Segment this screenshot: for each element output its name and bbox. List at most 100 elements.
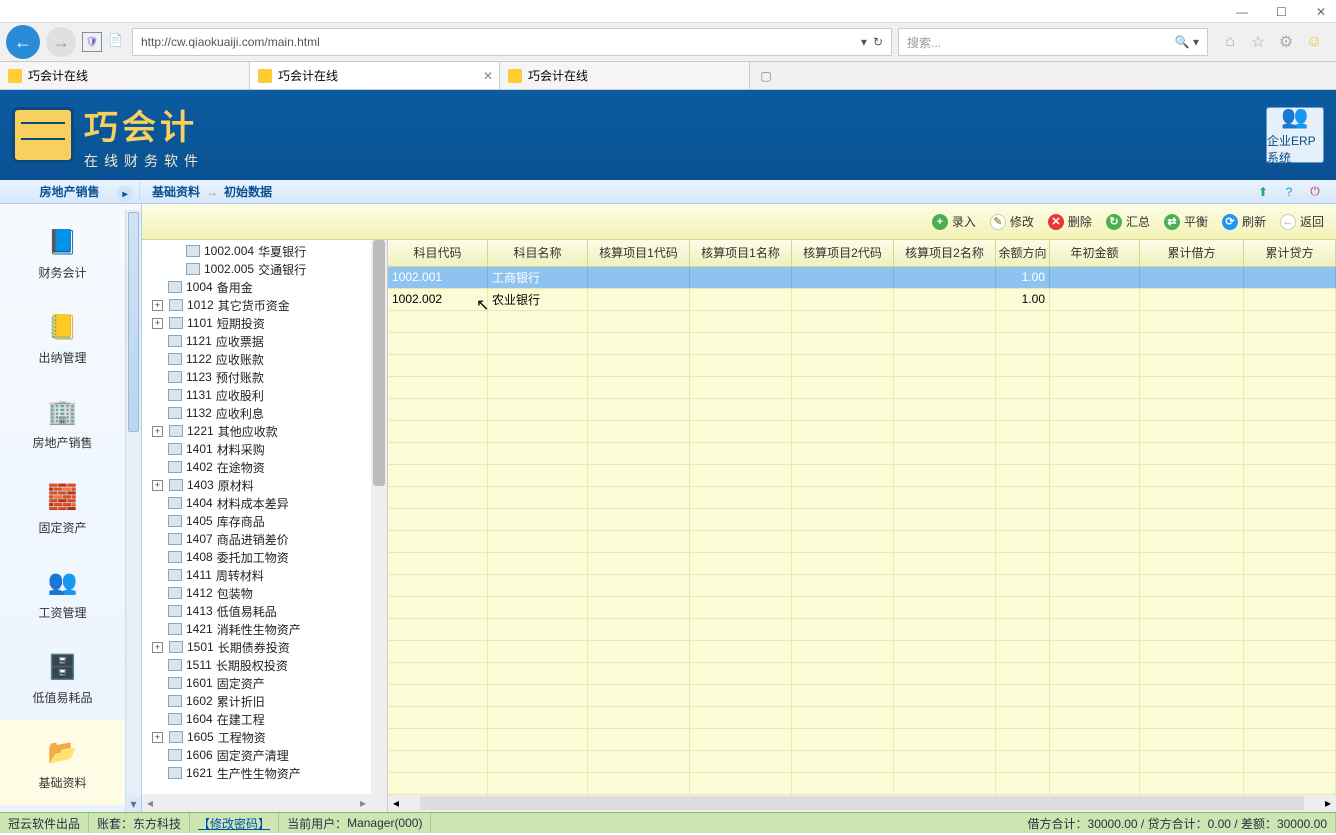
left-nav-scrollbar[interactable]: ▾ [125, 210, 141, 812]
nav-item-房地产销售[interactable]: 🏢房地产销售 [0, 380, 125, 465]
toolbar-平衡[interactable]: ⇄平衡 [1164, 213, 1208, 230]
nav-item-基础资料[interactable]: 📂基础资料 [0, 720, 125, 805]
scrollbar-thumb[interactable] [128, 212, 139, 432]
scrollbar-thumb[interactable] [373, 240, 385, 486]
tree-node[interactable]: + 1101 短期投资 [142, 314, 371, 332]
tree-node[interactable]: 1401 材料采购 [142, 440, 371, 458]
chevron-right-icon[interactable]: ▸ [117, 186, 133, 202]
tree-node[interactable]: 1405 库存商品 [142, 512, 371, 530]
tree-node[interactable]: 1122 应收账款 [142, 350, 371, 368]
tree-v-scrollbar[interactable] [371, 240, 387, 812]
tools-icon[interactable]: ⚙ [1276, 32, 1296, 52]
security-shield-icon[interactable]: 🛡 [82, 32, 102, 52]
tab-close-icon[interactable]: ✕ [483, 69, 493, 83]
tree-node[interactable]: 1132 应收利息 [142, 404, 371, 422]
browser-tab[interactable]: 巧会计在线 [0, 62, 250, 89]
toolbar-录入[interactable]: +录入 [932, 213, 976, 230]
tree-node[interactable]: 1411 周转材料 [142, 566, 371, 584]
tree-node[interactable]: 1402 在途物资 [142, 458, 371, 476]
tree-node[interactable]: 1511 长期股权投资 [142, 656, 371, 674]
minimize-icon[interactable]: — [1236, 5, 1248, 17]
toolbar-删除[interactable]: ✕删除 [1048, 213, 1092, 230]
erp-system-button[interactable]: 👥 企业ERP系统 [1266, 107, 1324, 163]
table-row[interactable]: 1002.001工商银行1.00 [388, 267, 1336, 289]
toolbar-修改[interactable]: ✎修改 [990, 213, 1034, 230]
column-header[interactable]: 核算项目1代码 [588, 240, 690, 266]
tree-node[interactable]: + 1403 原材料 [142, 476, 371, 494]
tree-node[interactable]: + 1605 工程物资 [142, 728, 371, 746]
nav-item-固定资产[interactable]: 🧱固定资产 [0, 465, 125, 550]
tree-node[interactable]: 1421 消耗性生物资产 [142, 620, 371, 638]
table-row[interactable]: 1002.002农业银行1.00 [388, 289, 1336, 311]
refresh-icon[interactable]: ↻ [873, 35, 883, 49]
column-header[interactable]: 核算项目2名称 [894, 240, 996, 266]
expand-icon[interactable]: + [152, 318, 163, 329]
tree-node[interactable]: 1621 生产性生物资产 [142, 764, 371, 782]
toolbar-刷新[interactable]: ⟳刷新 [1222, 213, 1266, 230]
nav-item-低值易耗品[interactable]: 🗄️低值易耗品 [0, 635, 125, 720]
tree-node[interactable]: 1413 低值易耗品 [142, 602, 371, 620]
expand-icon[interactable]: + [152, 642, 163, 653]
tree-node[interactable]: 1606 固定资产清理 [142, 746, 371, 764]
toolbar-返回[interactable]: ←返回 [1280, 213, 1324, 230]
home-icon[interactable]: ⌂ [1220, 32, 1240, 52]
forward-button[interactable]: → [46, 27, 76, 57]
nav-item-出纳管理[interactable]: 📒出纳管理 [0, 295, 125, 380]
expand-icon[interactable]: + [152, 732, 163, 743]
tree-node[interactable]: 1404 材料成本差异 [142, 494, 371, 512]
expand-icon[interactable]: + [152, 426, 163, 437]
nav-item-财务会计[interactable]: 📘财务会计 [0, 210, 125, 295]
breadcrumb-root[interactable]: 基础资料 [152, 183, 200, 200]
tree-h-scrollbar[interactable]: ◂▸ [142, 794, 371, 812]
module-label[interactable]: 房地产销售 ▸ [0, 183, 140, 200]
tree-node[interactable]: 1002.004 华夏银行 [142, 242, 371, 260]
breadcrumb-leaf[interactable]: 初始数据 [224, 183, 272, 200]
tree-node[interactable]: 1002.005 交通银行 [142, 260, 371, 278]
search-icon[interactable]: 🔍 ▾ [1175, 35, 1199, 49]
tree-node[interactable]: + 1221 其他应收款 [142, 422, 371, 440]
search-box[interactable]: 搜索... 🔍 ▾ [898, 28, 1208, 56]
maximize-icon[interactable]: ☐ [1276, 5, 1288, 17]
grid-h-scrollbar[interactable]: ◂▸ [388, 795, 1336, 812]
tree-node[interactable]: 1004 备用金 [142, 278, 371, 296]
tree-name: 固定资产清理 [217, 747, 289, 764]
compat-view-icon[interactable]: 📄 [108, 33, 126, 51]
column-header[interactable]: 核算项目2代码 [792, 240, 894, 266]
expand-icon[interactable]: + [152, 480, 163, 491]
browser-tab[interactable]: 巧会计在线 [500, 62, 750, 89]
column-header[interactable]: 核算项目1名称 [690, 240, 792, 266]
scroll-down-icon[interactable]: ▾ [126, 796, 141, 812]
tree-node[interactable]: 1407 商品进销差价 [142, 530, 371, 548]
up-icon[interactable]: ⬆ [1254, 183, 1272, 201]
column-header[interactable]: 累计贷方 [1244, 240, 1336, 266]
expand-icon[interactable]: + [152, 300, 163, 311]
column-header[interactable]: 年初金额 [1050, 240, 1140, 266]
tree-node[interactable]: 1408 委托加工物资 [142, 548, 371, 566]
help-icon[interactable]: ? [1280, 183, 1298, 201]
column-header[interactable]: 余额方向 [996, 240, 1050, 266]
column-header[interactable]: 科目名称 [488, 240, 588, 266]
column-header[interactable]: 累计借方 [1140, 240, 1244, 266]
tree-node[interactable]: 1604 在建工程 [142, 710, 371, 728]
feedback-icon[interactable]: ☺ [1304, 32, 1324, 52]
back-button[interactable]: ← [6, 25, 40, 59]
browser-tab[interactable]: 巧会计在线✕ [250, 62, 500, 89]
address-bar[interactable]: http://cw.qiaokuaiji.com/main.html ▾ ↻ [132, 28, 892, 56]
tree-node[interactable]: + 1012 其它货币资金 [142, 296, 371, 314]
tree-node[interactable]: 1412 包装物 [142, 584, 371, 602]
change-password-link[interactable]: 【修改密码】 [190, 813, 279, 833]
nav-item-工资管理[interactable]: 👥工资管理 [0, 550, 125, 635]
close-icon[interactable]: ✕ [1316, 5, 1328, 17]
tree-node[interactable]: 1131 应收股利 [142, 386, 371, 404]
tree-node[interactable]: 1601 固定资产 [142, 674, 371, 692]
favorites-icon[interactable]: ☆ [1248, 32, 1268, 52]
tree-node[interactable]: 1602 累计折旧 [142, 692, 371, 710]
exit-icon[interactable]: ⏻ [1306, 183, 1324, 201]
dropdown-icon[interactable]: ▾ [861, 35, 867, 49]
toolbar-汇总[interactable]: ↻汇总 [1106, 213, 1150, 230]
tree-node[interactable]: + 1501 长期债券投资 [142, 638, 371, 656]
tree-node[interactable]: 1123 预付账款 [142, 368, 371, 386]
tree-node[interactable]: 1121 应收票据 [142, 332, 371, 350]
new-tab-button[interactable]: ▢ [750, 62, 782, 89]
column-header[interactable]: 科目代码 [388, 240, 488, 266]
